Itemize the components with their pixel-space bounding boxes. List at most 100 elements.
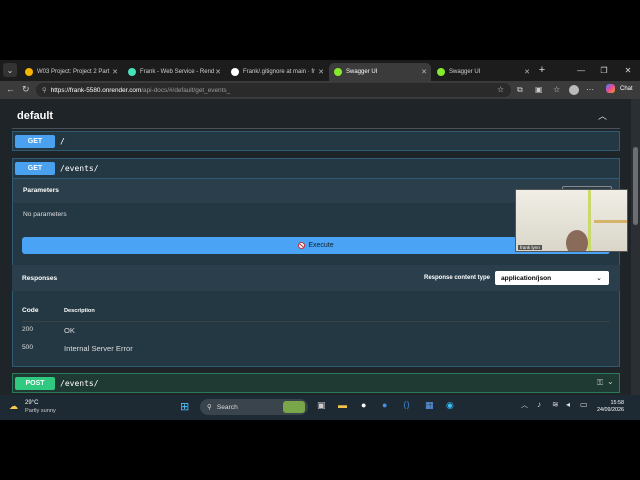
minimize-icon[interactable]: — [575,63,587,77]
close-icon[interactable]: ✕ [524,68,530,76]
weather-desc[interactable]: Partly sunny [25,408,56,414]
microphone-icon[interactable]: ♪ [537,400,541,409]
clock[interactable]: 15:58 24/09/2026 [597,400,624,414]
scrollbar-thumb[interactable] [633,147,638,225]
task-view-icon[interactable]: ▣ [317,400,326,411]
tab-swagger-active[interactable]: Swagger UI ✕ [329,63,431,81]
no-parameters-text: No parameters [23,211,67,218]
response-description: Internal Server Error [64,344,133,353]
search-highlight-icon [283,401,305,413]
chevron-up-icon[interactable]: ︿ [521,400,528,410]
tab-title: Frank/.gitignore at main · fr [243,69,316,75]
photos-icon[interactable]: ▦ [425,400,434,411]
site-info-icon[interactable]: ⚲ [42,86,47,94]
not-allowed-icon [298,242,306,249]
edge-icon[interactable]: ◉ [446,400,454,411]
divider [12,128,620,129]
weather-icon[interactable]: ☁ [9,401,18,412]
chevron-up-icon[interactable]: ︿ [598,109,607,122]
close-window-icon[interactable]: ✕ [622,63,634,77]
chat-label[interactable]: Chat [620,86,633,92]
section-title[interactable]: default [17,110,53,122]
operation-path: /events/ [60,379,99,388]
video-doorframe [588,190,591,251]
column-header-code: Code [22,307,39,314]
chevron-down-icon[interactable]: ⌄ [607,377,614,386]
tab-title: Frank - Web Service - Rend [140,69,215,75]
github-icon [231,68,239,76]
favorites-icon[interactable]: ☆ [553,85,560,94]
address-toolbar: ← ↻ ⚲ https://frank-5580.onrender.com/ap… [0,81,640,99]
video-shelf [594,220,627,223]
more-icon[interactable]: ⋯ [586,85,594,94]
taskbar: ☁ 29°C Partly sunny ⊞ ⚲ Search ▣ ▬ ● ● ⟨… [0,395,640,420]
clock-date: 24/09/2026 [597,407,624,413]
method-badge: GET [15,135,55,148]
tab-favicon-icon [128,68,136,76]
file-explorer-icon[interactable]: ▬ [338,400,347,410]
method-badge[interactable]: GET [15,162,55,175]
app-icon[interactable]: ● [382,400,387,410]
split-screen-icon[interactable]: ▣ [535,85,543,94]
close-icon[interactable]: ✕ [112,68,118,76]
operation-path[interactable]: /events/ [60,164,99,173]
url-host: https://frank-5580.onrender.com [50,86,142,94]
weather-temp[interactable]: 29°C [25,400,38,406]
close-icon[interactable]: ✕ [421,68,427,76]
vscode-icon[interactable]: ⟨⟩ [403,400,410,411]
video-person [566,230,588,251]
responses-label: Responses [22,275,58,282]
restore-icon[interactable]: ❐ [598,63,610,77]
tab-favicon-icon [25,68,33,76]
tab-title: Swagger UI [346,69,378,75]
content-type-select[interactable]: application/json ⌄ [495,271,609,285]
response-code: 500 [22,344,34,351]
video-call-overlay[interactable]: frank lynn [515,189,628,252]
tab-github[interactable]: Frank/.gitignore at main · fr ✕ [226,63,328,81]
operation-get-root[interactable]: GET / [12,131,620,151]
refresh-icon[interactable]: ↻ [22,84,30,95]
search-icon: ⚲ [207,404,212,411]
response-description: OK [64,326,75,335]
windows-start-icon[interactable]: ⊞ [180,400,189,413]
url-path: /api-docs/#/default/get_events_ [141,86,231,94]
screen: ⌄ W03 Project: Project 2 Part ✕ Frank - … [0,60,640,420]
favorite-star-icon[interactable]: ☆ [497,85,504,94]
lock-icon[interactable]: ⚿ [597,378,603,388]
video-participant-name: frank lynn [518,245,542,250]
column-header-description: Description [64,308,95,314]
method-badge: POST [15,377,55,390]
clock-time: 15:58 [610,400,624,406]
app-icon[interactable]: ● [361,400,366,410]
battery-icon[interactable]: ▭ [580,400,588,409]
tab-render[interactable]: Frank - Web Service - Rend ✕ [123,63,225,81]
wifi-icon[interactable]: ≋ [552,400,559,409]
scrollbar[interactable] [631,99,640,395]
taskbar-search[interactable]: ⚲ Search [200,399,308,415]
chevron-down-icon: ⌄ [596,275,602,282]
browser-tab-bar: ⌄ W03 Project: Project 2 Part ✕ Frank - … [0,60,640,81]
tab-actions-icon[interactable]: ⌄ [3,63,17,77]
swagger-icon [334,68,342,76]
parameters-label: Parameters [23,187,59,194]
tab-swagger[interactable]: Swagger UI ✕ [432,63,534,81]
operation-path: / [60,137,65,146]
extensions-icon[interactable]: ⧉ [517,85,523,95]
back-icon[interactable]: ← [6,84,15,94]
tab-title: W03 Project: Project 2 Part [37,69,110,75]
new-tab-icon[interactable]: + [536,63,548,77]
response-code: 200 [22,326,34,333]
close-icon[interactable]: ✕ [318,68,324,76]
content-type-label: Response content type [424,275,491,281]
search-placeholder: Search [216,403,238,411]
copilot-icon[interactable] [606,84,615,93]
swagger-icon [437,68,445,76]
address-bar[interactable]: ⚲ https://frank-5580.onrender.com/api-do… [36,83,511,97]
operation-post-events[interactable]: POST /events/ ⚿ ⌄ [12,373,620,393]
tab-w03-project[interactable]: W03 Project: Project 2 Part ✕ [20,63,122,81]
content-type-value: application/json [501,274,552,282]
divider [22,321,610,322]
close-icon[interactable]: ✕ [215,68,221,76]
avatar[interactable] [569,85,579,95]
speaker-icon[interactable]: ◂ [566,400,570,409]
